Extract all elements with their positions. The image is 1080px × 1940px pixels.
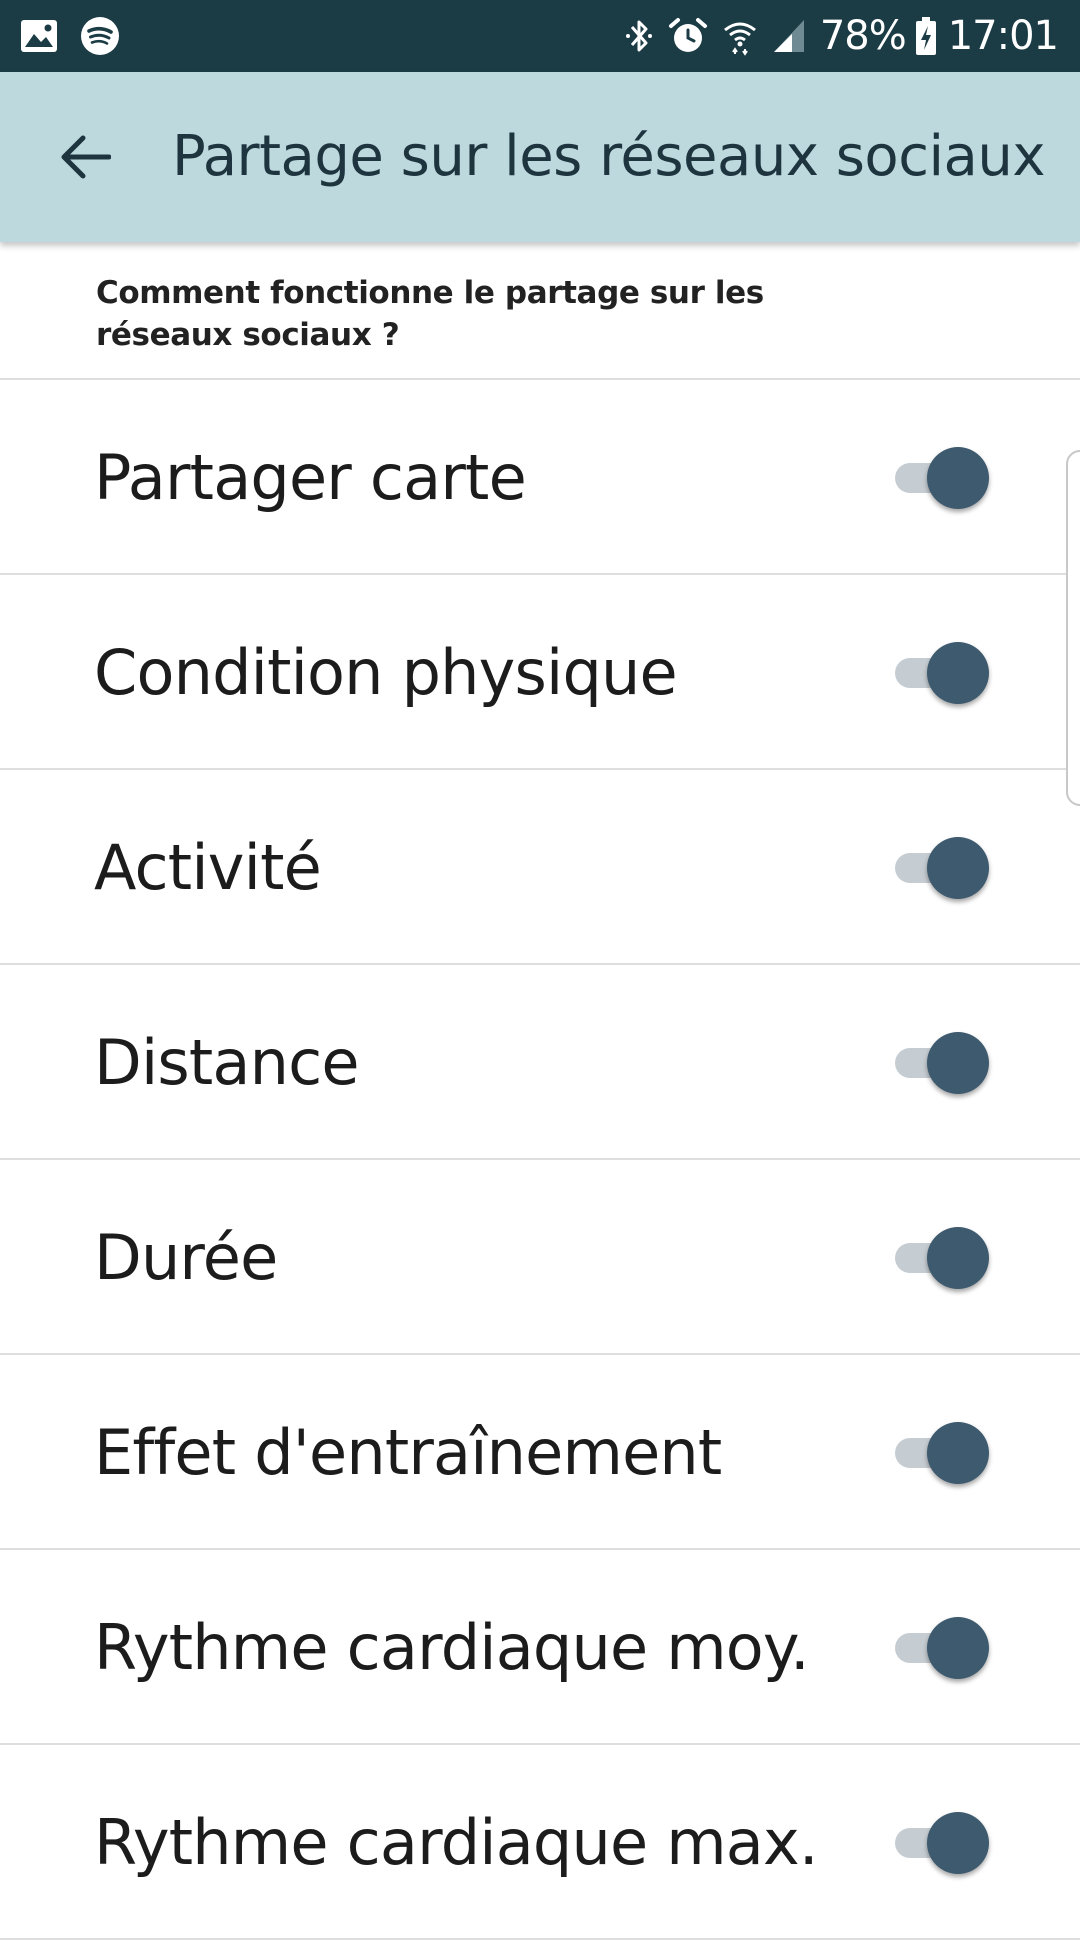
setting-row-activite[interactable]: Activité	[0, 770, 1080, 965]
toggle-thumb	[927, 1812, 989, 1874]
info-text: Comment fonctionne le partage sur les ré…	[96, 275, 764, 353]
setting-row-duree[interactable]: Durée	[0, 1160, 1080, 1355]
setting-label: Partager carte	[94, 441, 527, 514]
toggle-switch-partager-carte[interactable]	[895, 447, 995, 509]
setting-row-effet-entrainement[interactable]: Effet d'entraînement	[0, 1355, 1080, 1550]
bluetooth-icon	[624, 16, 654, 56]
setting-label: Condition physique	[94, 636, 678, 709]
setting-label: Distance	[94, 1026, 360, 1099]
toggle-switch-distance[interactable]	[895, 1032, 995, 1094]
toggle-thumb	[927, 1617, 989, 1679]
toggle-switch-activite[interactable]	[895, 837, 995, 899]
signal-icon	[772, 18, 806, 54]
toggle-switch-duree[interactable]	[895, 1227, 995, 1289]
toggle-thumb	[927, 1422, 989, 1484]
clock: 17:01	[947, 13, 1059, 59]
page-title: Partage sur les réseaux sociaux	[171, 124, 1046, 189]
status-right-icons: 78% 17:01	[624, 13, 1059, 59]
setting-row-partager-carte[interactable]: Partager carte	[0, 380, 1080, 575]
status-bar: 78% 17:01	[0, 0, 1080, 72]
wifi-icon	[722, 16, 758, 56]
toggle-switch-rythme-cardiaque-moy[interactable]	[895, 1617, 995, 1679]
setting-row-rythme-cardiaque-moy[interactable]: Rythme cardiaque moy.	[0, 1550, 1080, 1745]
arrow-left-icon	[59, 134, 111, 180]
setting-row-condition-physique[interactable]: Condition physique	[0, 575, 1080, 770]
toggle-thumb	[927, 1227, 989, 1289]
scroll-indicator[interactable]	[1066, 450, 1080, 806]
toggle-thumb	[927, 837, 989, 899]
toggle-switch-rythme-cardiaque-max[interactable]	[895, 1812, 995, 1874]
spotify-icon	[80, 16, 120, 56]
toggle-thumb	[927, 1032, 989, 1094]
back-button[interactable]	[50, 122, 120, 192]
setting-label: Rythme cardiaque moy.	[94, 1611, 810, 1684]
setting-label: Rythme cardiaque max.	[94, 1806, 819, 1879]
toggle-thumb	[927, 447, 989, 509]
gallery-icon	[20, 19, 58, 53]
toggle-thumb	[927, 642, 989, 704]
alarm-icon	[668, 16, 708, 56]
toggle-switch-effet-entrainement[interactable]	[895, 1422, 995, 1484]
toggle-switch-condition-physique[interactable]	[895, 642, 995, 704]
info-link[interactable]: Comment fonctionne le partage sur les ré…	[0, 242, 1080, 380]
battery-charging-icon	[914, 16, 938, 56]
setting-label: Durée	[94, 1221, 278, 1294]
settings-list: Partager carte Condition physique Activi…	[0, 380, 1080, 1940]
setting-row-distance[interactable]: Distance	[0, 965, 1080, 1160]
status-left-icons	[20, 16, 142, 56]
setting-label: Activité	[94, 831, 322, 904]
setting-row-rythme-cardiaque-max[interactable]: Rythme cardiaque max.	[0, 1745, 1080, 1940]
setting-label: Effet d'entraînement	[94, 1416, 722, 1489]
app-bar: Partage sur les réseaux sociaux	[0, 72, 1080, 242]
battery-percent: 78%	[819, 13, 907, 59]
